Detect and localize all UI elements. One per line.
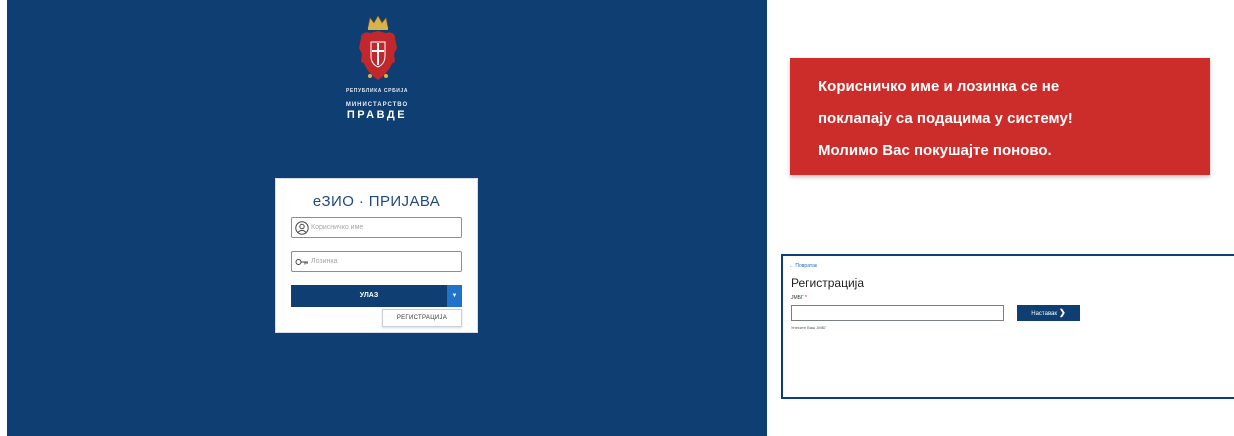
- login-button[interactable]: УЛАЗ: [291, 285, 447, 307]
- login-screen: РЕПУБЛИКА СРБИЈА МИНИСТАРСТВО ПРАВДЕ еЗИ…: [7, 0, 767, 436]
- username-field[interactable]: [291, 217, 462, 238]
- serbian-coat-of-arms-icon: [359, 15, 397, 80]
- error-alert: Корисничко име и лозинка се не поклапају…: [790, 58, 1210, 175]
- jmbg-label-text: ЈМБГ: [791, 295, 804, 301]
- error-message-line: поклапају са подацима у систему!: [818, 110, 1073, 127]
- login-card: еЗИО · ПРИЈАВА УЛАЗ ▼ РЕГИСТРАЦИЈА: [275, 178, 478, 333]
- back-link[interactable]: ← Повратак: [789, 263, 817, 269]
- username-input[interactable]: [311, 220, 456, 235]
- password-input[interactable]: [311, 254, 456, 269]
- required-mark: *: [805, 295, 807, 301]
- next-button[interactable]: Наставак ❯: [1017, 305, 1080, 321]
- password-field[interactable]: [291, 251, 462, 272]
- jmbg-input[interactable]: [791, 305, 1004, 321]
- ministry-name: ПРАВДЕ: [346, 109, 408, 121]
- error-message-line: Корисничко име и лозинка се не: [818, 78, 1060, 95]
- user-icon: [295, 221, 309, 235]
- register-menu-item[interactable]: РЕГИСТРАЦИЈА: [383, 310, 461, 326]
- republic-text: РЕПУБЛИКА СРБИЈА: [345, 88, 409, 94]
- registration-panel: ← Повратак Регистрација ЈМБГ * Наставак ❯…: [781, 254, 1234, 399]
- error-message-line: Молимо Вас покушајте поново.: [818, 142, 1052, 159]
- jmbg-hint: Унесите Ваш ЈМБГ: [791, 325, 827, 330]
- chevron-right-icon: ❯: [1059, 308, 1066, 317]
- login-dropdown-menu: РЕГИСТРАЦИЈА: [382, 309, 462, 327]
- caret-down-icon: ▼: [451, 293, 458, 299]
- registration-title: Регистрација: [791, 276, 864, 290]
- login-dropdown-toggle[interactable]: ▼: [447, 285, 462, 307]
- next-button-label: Наставак: [1031, 311, 1058, 317]
- key-icon: [295, 259, 308, 265]
- ministry-label: МИНИСТАРСТВО: [345, 102, 409, 108]
- jmbg-label: ЈМБГ *: [791, 295, 807, 301]
- login-title: еЗИО · ПРИЈАВА: [312, 193, 441, 210]
